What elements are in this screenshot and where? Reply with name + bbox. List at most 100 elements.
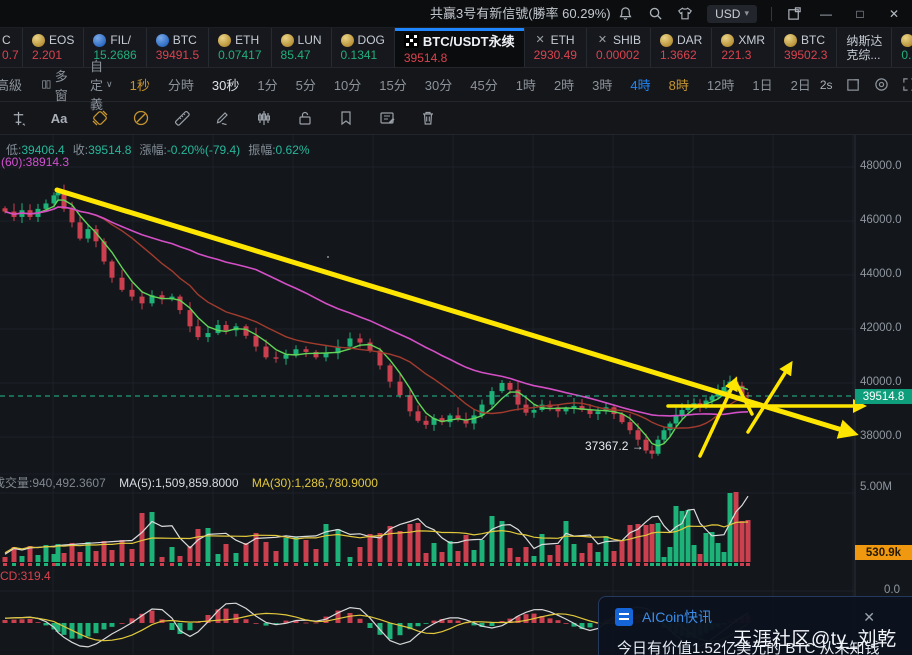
- ticker-price-value: 39491.5: [156, 48, 199, 62]
- currency-label: USD: [715, 7, 740, 21]
- currency-selector[interactable]: USD ▾: [707, 5, 757, 23]
- info-value: 39514.8: [88, 143, 131, 157]
- tshirt-icon[interactable]: [677, 6, 693, 22]
- popout-window-icon[interactable]: [786, 6, 802, 22]
- price-axis-tick: 48000.0: [860, 160, 902, 172]
- timeframe-1分[interactable]: 1分: [248, 75, 286, 94]
- trading-app-window: 共赢3号有新信號(勝率 60.29%) USD ▾ — □ ✕: [0, 0, 912, 655]
- timeframe-分時[interactable]: 分時: [159, 75, 203, 94]
- ticker-tab-XMR[interactable]: XMR221.3: [712, 28, 775, 67]
- text-tool[interactable]: Aa: [49, 108, 69, 128]
- info-label: 收:: [73, 143, 88, 157]
- macd-axis-label: 0.0: [884, 584, 900, 596]
- info-label: 漲幅:: [139, 143, 166, 157]
- close-button[interactable]: ✕: [884, 7, 904, 21]
- info-value: -0.20%(-79.4): [167, 143, 240, 157]
- ticker-tab-BTC/USDT永续[interactable]: BTC/USDT永续39514.8: [395, 28, 525, 67]
- timeframe-3時[interactable]: 3時: [583, 75, 621, 94]
- ticker-price-value: 0.7: [2, 48, 20, 62]
- macd-value-label: CD:319.4: [0, 569, 51, 583]
- screenshot-icon[interactable]: [846, 77, 861, 93]
- eos-coin-icon: [32, 34, 45, 47]
- search-icon[interactable]: [647, 6, 663, 22]
- ticker-label-line: 克综...: [846, 48, 882, 62]
- bell-icon[interactable]: [617, 6, 633, 22]
- timeframe-1秒[interactable]: 1秒: [121, 75, 159, 94]
- chart-area: 低:39406.4收:39514.8漲幅:-0.20%(-79.4)振幅:0.6…: [0, 135, 912, 655]
- price-axis-tick: 46000.0: [860, 214, 902, 226]
- ticker-tab-C[interactable]: C0.7: [0, 28, 23, 67]
- minimize-button[interactable]: —: [816, 7, 836, 21]
- timeframe-5分[interactable]: 5分: [287, 75, 325, 94]
- timeframe-2時[interactable]: 2時: [545, 75, 583, 94]
- ticker-tab-ADA[interactable]: ADA0.8683: [892, 28, 912, 67]
- ticker-price-value: 0.07417: [218, 48, 261, 62]
- timeframe-1時[interactable]: 1時: [507, 75, 545, 94]
- advanced-menu[interactable]: 高級: [0, 75, 32, 94]
- volume-ma5: MA(5):1,509,859.8000: [119, 476, 238, 490]
- ticker-symbol-label: DOG: [358, 33, 385, 47]
- chevron-down-icon: ∨: [106, 79, 113, 90]
- ticker-tab-DOG[interactable]: DOG0.1341: [332, 28, 395, 67]
- bookmark-tool[interactable]: [336, 108, 356, 128]
- timeframe-30分[interactable]: 30分: [416, 75, 461, 94]
- xmr-coin-icon: [721, 34, 734, 47]
- timeframe-12時[interactable]: 12時: [698, 75, 743, 94]
- maximize-button[interactable]: □: [850, 7, 870, 21]
- ticker-price-value: 0.00002: [596, 48, 641, 62]
- popup-close-icon[interactable]: ✕: [863, 609, 875, 626]
- lock-tool[interactable]: [295, 108, 315, 128]
- chart-canvas[interactable]: [0, 135, 912, 655]
- fullscreen-icon[interactable]: [902, 77, 912, 93]
- timeframe-30秒[interactable]: 30秒: [203, 75, 248, 94]
- ticker-symbol-label: ETH: [235, 33, 259, 47]
- ticker-tab-EOS[interactable]: EOS2.201: [23, 28, 84, 67]
- ticker-tab-SHIB[interactable]: ✕SHIB0.00002: [587, 28, 651, 67]
- chart-settings-icon[interactable]: [874, 77, 889, 93]
- ruler-tool[interactable]: [172, 108, 192, 128]
- timeframe-8時[interactable]: 8時: [660, 75, 698, 94]
- ticker-symbol-label: FIL/: [110, 33, 131, 47]
- ticker-tab-BTC[interactable]: BTC39491.5: [147, 28, 209, 67]
- multi-window-button[interactable]: 多窗: [32, 66, 82, 104]
- ticker-tab-BTC[interactable]: BTC39502.3: [775, 28, 837, 67]
- low-price-annotation: 37367.2 →: [585, 439, 644, 453]
- ticker-tab-DAR[interactable]: DAR1.3662: [651, 28, 712, 67]
- timeframe-10分[interactable]: 10分: [325, 75, 370, 94]
- info-value: 0.62%: [276, 143, 310, 157]
- info-label: 振幅:: [248, 143, 275, 157]
- volume-axis-label: 5.00M: [860, 481, 892, 493]
- news-popup-title: AICoin快讯: [642, 607, 712, 627]
- ticker-symbol-label: LUN: [298, 33, 322, 47]
- ticker-symbol-label: BTC: [801, 33, 825, 47]
- timeframe-1日[interactable]: 1日: [743, 75, 781, 94]
- ticker-tab-ETH[interactable]: ETH0.07417: [209, 28, 271, 67]
- dog-coin-icon: [341, 34, 354, 47]
- ticker-tab-ETH[interactable]: ✕ETH2930.49: [525, 28, 587, 67]
- note-tool[interactable]: [377, 108, 397, 128]
- ticker-tab-FIL/[interactable]: FIL/15.2686: [84, 28, 146, 67]
- brush-tool[interactable]: [90, 108, 110, 128]
- multi-window-icon: [42, 78, 51, 91]
- timeframe-15分[interactable]: 15分: [370, 75, 415, 94]
- delisted-cross-icon: ✕: [596, 34, 609, 47]
- timeframe-4時[interactable]: 4時: [621, 75, 659, 94]
- cursor-tool[interactable]: [8, 108, 28, 128]
- ticker-tab-LUN[interactable]: LUN85.47: [272, 28, 332, 67]
- last-price-badge: 39514.8: [855, 389, 912, 404]
- signal-status-text: 共赢3号有新信號(勝率 60.29%): [430, 0, 611, 27]
- ticker-tab-bar: C0.7EOS2.201FIL/15.2686BTC39491.5ETH0.07…: [0, 28, 912, 68]
- ticker-tab-纳斯达[interactable]: 纳斯达克综...: [837, 28, 892, 67]
- timeframe-2日[interactable]: 2日: [782, 75, 820, 94]
- exchange-grid-icon: [404, 33, 419, 48]
- pencil-tool[interactable]: [213, 108, 233, 128]
- ticker-price-value: 0.8683: [901, 48, 912, 62]
- aicoin-news-icon: [615, 608, 633, 626]
- volume-ma30: MA(30):1,286,780.9000: [252, 476, 378, 490]
- ticker-symbol-label: C: [2, 33, 11, 47]
- trash-tool[interactable]: [418, 108, 438, 128]
- magic-brush-tool[interactable]: [131, 108, 151, 128]
- timeframe-45分[interactable]: 45分: [461, 75, 506, 94]
- ticker-symbol-label: DAR: [677, 33, 702, 47]
- pattern-tool[interactable]: [254, 108, 274, 128]
